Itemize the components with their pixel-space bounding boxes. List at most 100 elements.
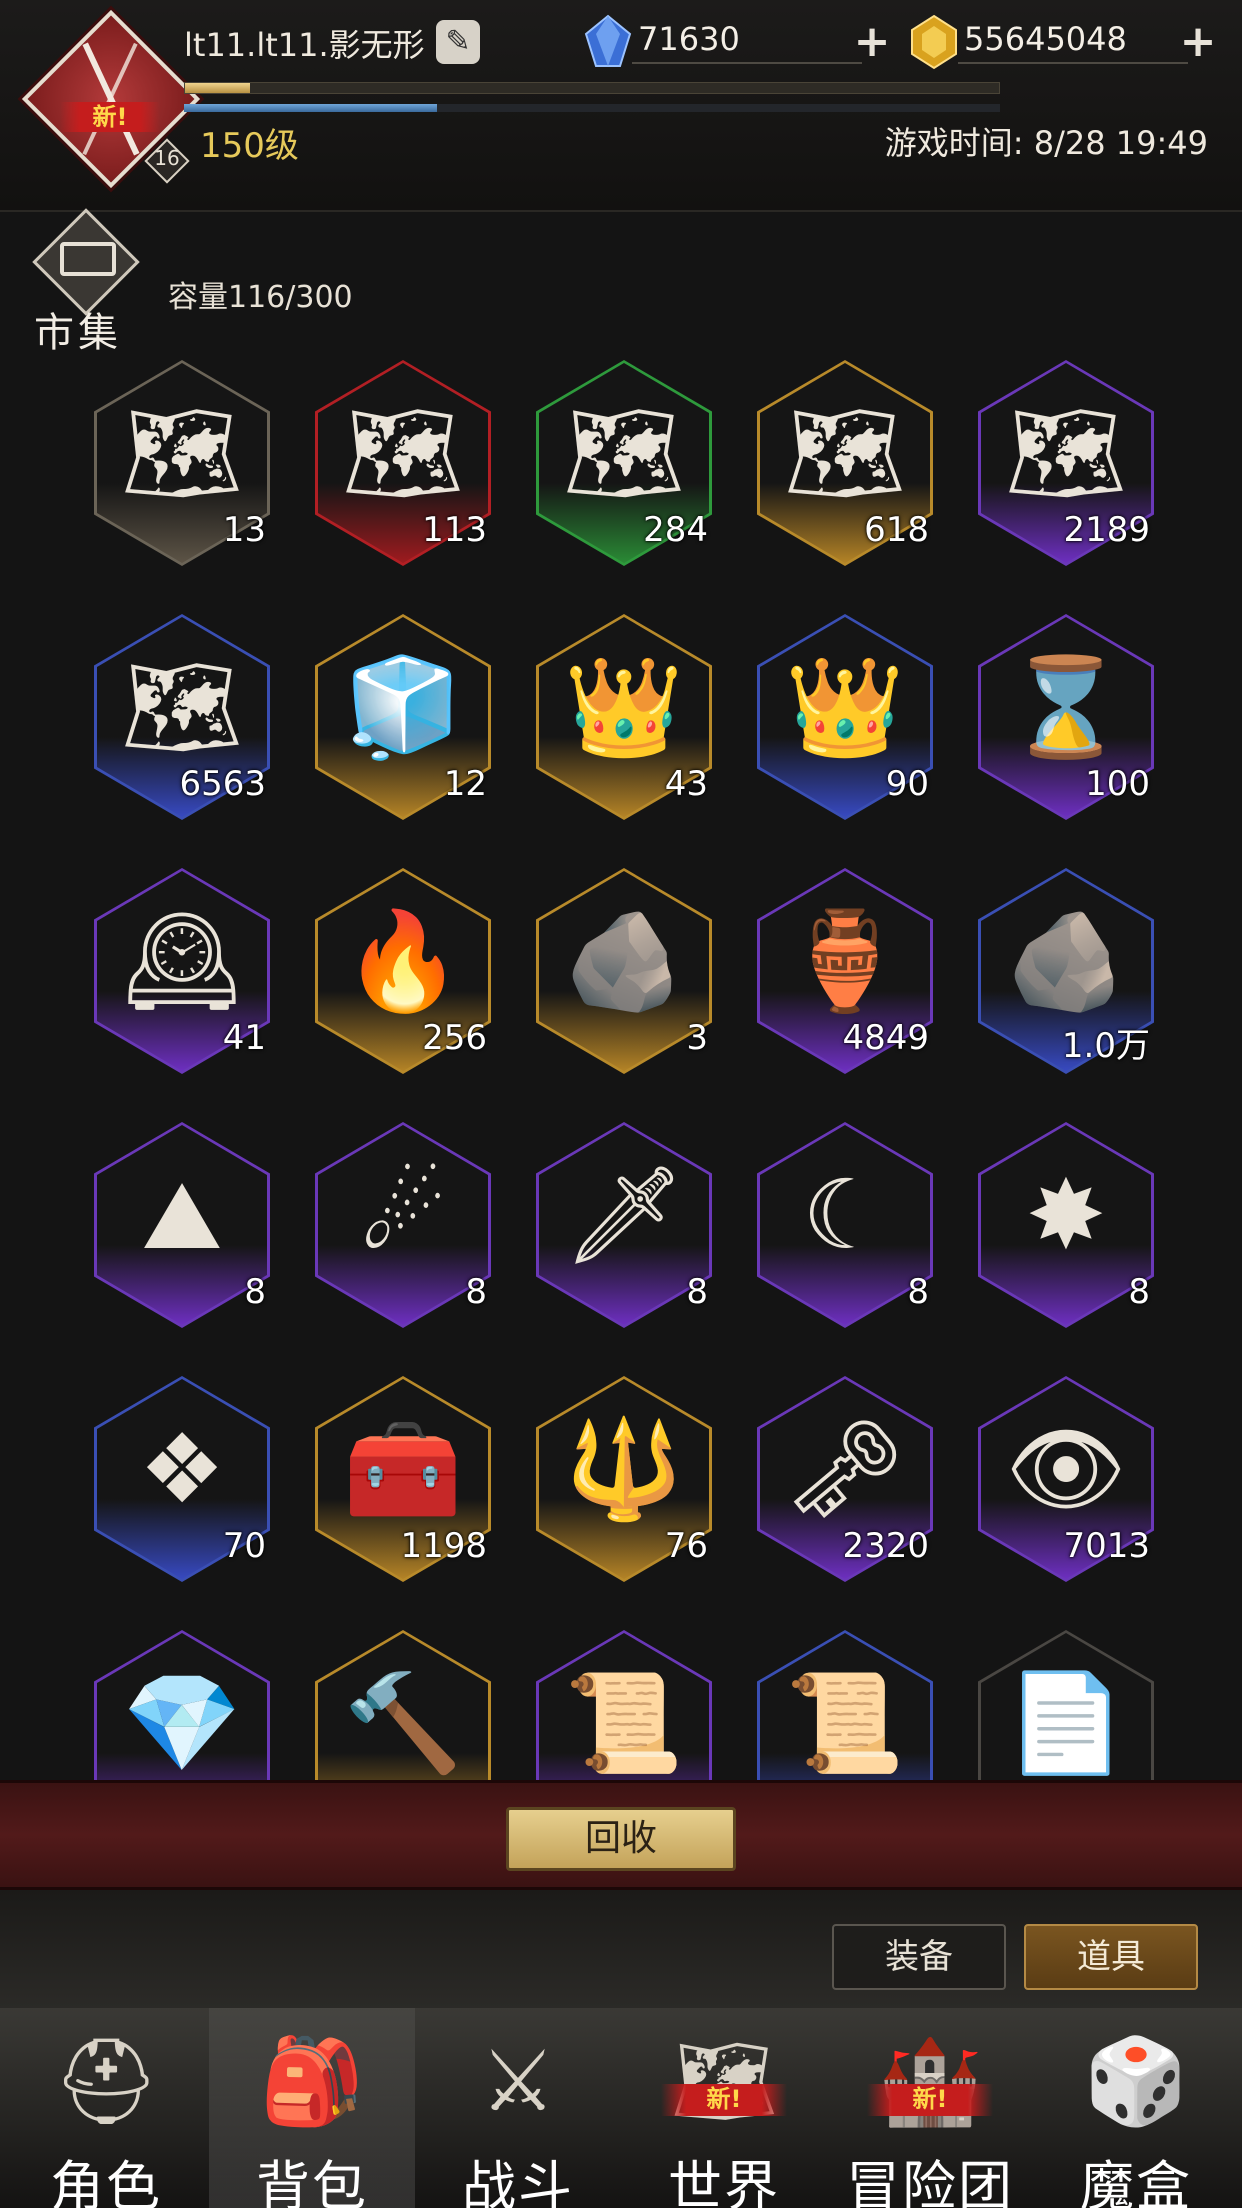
scroll-icon: 📜 [785, 1667, 905, 1779]
item-count: 76 [664, 1526, 708, 1566]
bottom-nav: ⛑ 角色 🎒 背包 ⚔ 战斗 🗺 新! 世界 🏰 新! 冒险团 🎲 魔盒 [0, 2008, 1242, 2208]
new-badge: 新! [867, 2084, 993, 2116]
nav-character[interactable]: ⛑ 角色 [3, 2008, 209, 2208]
battle-icon: ⚔ [480, 2032, 556, 2130]
magic-box-icon: 🎲 [1083, 2032, 1189, 2130]
nav-backpack[interactable]: 🎒 背包 [209, 2008, 415, 2208]
item-slot-clock[interactable]: 🕰 41 [94, 868, 270, 1074]
nav-adventure-team[interactable]: 🏰 新! 冒险团 [827, 2008, 1033, 2208]
cart-icon [60, 242, 116, 276]
jar-icon: 🏺 [785, 905, 905, 1017]
item-slot-map-chest-red[interactable]: 🗺 113 [315, 360, 491, 566]
new-badge: 新! [661, 2084, 787, 2116]
item-count: 43 [664, 764, 708, 804]
item-slot-ruby-chest-gold[interactable]: 👑 43 [536, 614, 712, 820]
item-slot-crystal-key[interactable]: 🔱 76 [536, 1376, 712, 1582]
stone-icon: 🪨 [564, 905, 684, 1017]
gold-currency: 55645048 + [908, 14, 1228, 70]
laurel-gem-icon: ❖ [138, 1413, 226, 1525]
item-slot-sealed-scroll[interactable]: 📜 [536, 1630, 712, 1780]
item-count: 3 [686, 1018, 708, 1058]
gold-gem-icon [911, 14, 957, 70]
secondary-progress-bar [184, 104, 1000, 112]
add-diamond-button[interactable]: + [852, 20, 892, 64]
nav-battle[interactable]: ⚔ 战斗 [415, 2008, 621, 2208]
item-slot-map-chest-gray[interactable]: 🗺 13 [94, 360, 270, 566]
recycle-button[interactable]: 回收 [506, 1807, 736, 1871]
item-count: 2320 [842, 1526, 929, 1566]
map-chest-gray-icon: 🗺 [121, 397, 243, 509]
item-slot-map-chest-green[interactable]: 🗺 284 [536, 360, 712, 566]
dust-icon: ⛰ [141, 1159, 223, 1271]
key-icon: 🗝 [784, 1413, 906, 1525]
market-button[interactable] [26, 208, 146, 316]
nav-magic-box[interactable]: 🎲 魔盒 [1033, 2008, 1239, 2208]
item-slot-dragon-eye[interactable]: 👁 7013 [978, 1376, 1154, 1582]
item-count: 284 [643, 510, 708, 550]
item-slot-map-chest-purple[interactable]: 🗺 2189 [978, 360, 1154, 566]
item-count: 618 [864, 510, 929, 550]
map-chest-purple-icon: 🗺 [1005, 397, 1127, 509]
player-avatar[interactable]: 新! 16 [21, 9, 201, 189]
item-slot-burst[interactable]: ✸ 8 [978, 1122, 1154, 1328]
blue-diamond-icon [584, 14, 632, 67]
market-label: 市集 [34, 310, 122, 356]
adventure-team-icon: 🏰 [877, 2032, 983, 2130]
player-name: lt11.lt11.影无形 [184, 26, 425, 64]
map-chest-green-icon: 🗺 [563, 397, 685, 509]
item-count: 12 [443, 764, 487, 804]
item-slot-flame[interactable]: 🔥 256 [315, 868, 491, 1074]
item-slot-key[interactable]: 🗝 2320 [757, 1376, 933, 1582]
item-count: 4849 [842, 1018, 929, 1058]
item-count: 70 [222, 1526, 266, 1566]
item-slot-hammer[interactable]: 🔨 [315, 1630, 491, 1780]
item-slot-map-chest-gold[interactable]: 🗺 618 [757, 360, 933, 566]
edit-name-button[interactable]: ✎ [436, 20, 480, 64]
item-slot-dust[interactable]: ⛰ 8 [94, 1122, 270, 1328]
tab-items[interactable]: 道具 [1024, 1924, 1198, 1990]
avatar-level: 16 [154, 146, 180, 170]
item-slot-shard[interactable]: 🗡 8 [536, 1122, 712, 1328]
item-slot-scroll[interactable]: 📜 [757, 1630, 933, 1780]
map-chest-red-icon: 🗺 [342, 397, 464, 509]
nav-world[interactable]: 🗺 新! 世界 [621, 2008, 827, 2208]
item-slot-laurel-gem[interactable]: ❖ 70 [94, 1376, 270, 1582]
category-tabs: 装备 道具 [0, 1890, 1242, 2008]
world-icon: 🗺 [671, 2032, 778, 2130]
ruby-chest-gold-icon: 👑 [564, 651, 684, 763]
item-count: 8 [244, 1272, 266, 1312]
item-count: 90 [885, 764, 929, 804]
item-count: 1198 [400, 1526, 487, 1566]
item-slot-torn-paper[interactable]: 📄 [978, 1630, 1154, 1780]
item-count: 41 [222, 1018, 266, 1058]
item-count: 6563 [179, 764, 266, 804]
item-count: 8 [465, 1272, 487, 1312]
tab-equipment[interactable]: 装备 [832, 1924, 1006, 1990]
item-slot-crescent[interactable]: ☾ 8 [757, 1122, 933, 1328]
item-slot-stone[interactable]: 🪨 3 [536, 868, 712, 1074]
add-gold-button[interactable]: + [1178, 20, 1218, 64]
character-icon: ⛑ [53, 2032, 160, 2130]
nav-label: 世界 [668, 2155, 780, 2208]
item-slot-jar[interactable]: 🏺 4849 [757, 868, 933, 1074]
item-slot-treasure-chest[interactable]: 🧰 1198 [315, 1376, 491, 1582]
player-level: 150级 [200, 126, 299, 166]
item-count: 113 [422, 510, 487, 550]
item-slot-ruby-chest-blue[interactable]: 👑 90 [757, 614, 933, 820]
item-slot-fireball[interactable]: ☄ 8 [315, 1122, 491, 1328]
game-time: 游戏时间: 8/28 19:49 [884, 124, 1208, 162]
item-slot-hourglass[interactable]: ⌛ 100 [978, 614, 1154, 820]
item-slot-map-crate-blue[interactable]: 🗺 6563 [94, 614, 270, 820]
diamond-amount: 71630 [638, 20, 740, 58]
burst-icon: ✸ [1025, 1159, 1107, 1271]
sealed-scroll-icon: 📜 [564, 1667, 684, 1779]
item-count: 8 [686, 1272, 708, 1312]
crescent-icon: ☾ [801, 1159, 889, 1271]
item-slot-crystal-box[interactable]: 🧊 12 [315, 614, 491, 820]
item-count: 8 [907, 1272, 929, 1312]
item-slot-ore[interactable]: 🪨 1.0万 [978, 868, 1154, 1074]
inventory-header: 市集 容量116/300 [0, 208, 1242, 360]
exp-bar [184, 82, 1000, 94]
dragon-eye-icon: 👁 [1005, 1413, 1127, 1525]
item-slot-crystals[interactable]: 💎 [94, 1630, 270, 1780]
